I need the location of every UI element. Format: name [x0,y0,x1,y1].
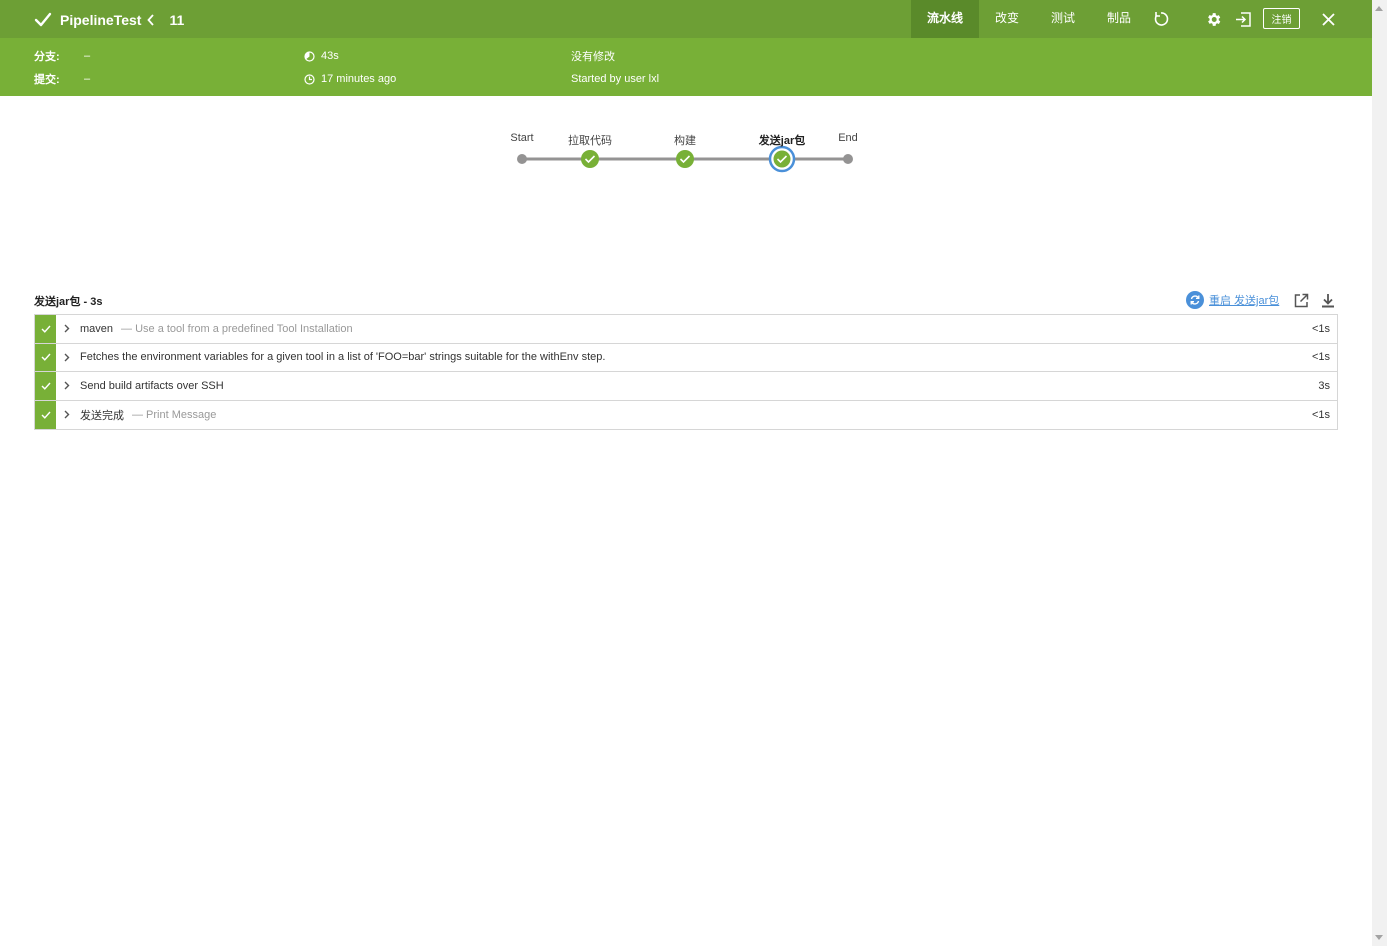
commit-info: 提交: – [34,71,90,87]
branch-value: – [84,50,91,62]
stage-node-build[interactable] [676,150,694,168]
run-info-bar: 分支: – 提交: – 43s 17 minutes ago 没有修改 Star… [0,38,1372,96]
tab-pipeline[interactable]: 流水线 [911,0,980,38]
step-row[interactable]: maven — Use a tool from a predefined Too… [35,315,1337,344]
success-check-icon [35,315,56,343]
started-by-text: Started by user lxl [571,73,660,85]
clock-icon [304,73,315,85]
stage-node-start[interactable] [517,154,527,164]
vertical-scrollbar[interactable] [1372,0,1387,946]
scroll-up-arrow-icon[interactable] [1375,6,1383,11]
build-number[interactable]: 11 [169,12,184,28]
step-name: maven [80,322,114,335]
restart-label: 重启 发送jar包 [1209,295,1280,307]
stage-detail-title: 发送jar包 - 3s [34,296,103,308]
stage-label-end: End [838,132,858,144]
check-icon [34,12,52,27]
step-description: — Use a tool from a predefined Tool Inst… [121,322,353,335]
changes-text: 没有修改 [571,51,615,63]
job-name[interactable]: PipelineTest [60,12,141,28]
step-duration: <1s [1311,351,1330,364]
scroll-down-arrow-icon[interactable] [1375,935,1383,940]
stage-node-pull-code[interactable] [581,150,599,168]
duration-icon [304,50,315,62]
changes-info: 没有修改 [571,48,615,64]
stage-label-send-jar: 发送jar包 [758,135,806,147]
step-row[interactable]: 发送完成 — Print Message <1s [35,400,1337,429]
step-row[interactable]: Send build artifacts over SSH 3s [35,372,1337,401]
time-ago: 17 minutes ago [321,73,397,85]
gear-icon[interactable] [1203,9,1223,29]
page: PipelineTest 11 流水线 改变 测试 制品 注销 分支: – 提交… [0,0,1372,946]
stage-label-start: Start [510,132,534,144]
restart-stage-link[interactable]: 重启 发送jar包 [1186,290,1279,310]
stage-node-end[interactable] [843,154,853,164]
stage-node-send-jar[interactable] [768,145,796,173]
tab-artifacts[interactable]: 制品 [1091,0,1147,38]
step-duration: 3s [1318,379,1330,392]
step-duration: <1s [1311,322,1330,335]
replay-icon[interactable] [1151,9,1171,29]
login-icon[interactable] [1233,9,1253,29]
pipeline-graph: Start 拉取代码 构建 发送jar包 End [500,126,880,186]
chevron-right-icon[interactable] [64,410,74,419]
open-external-icon[interactable] [1292,291,1310,309]
step-list: maven — Use a tool from a predefined Too… [34,314,1338,430]
duration-value: 43s [321,50,339,62]
download-icon[interactable] [1319,291,1337,309]
step-row[interactable]: Fetches the environment variables for a … [35,343,1337,372]
run-title: PipelineTest 11 [34,9,184,31]
chevron-right-icon[interactable] [64,324,74,333]
step-description: — Print Message [132,408,217,421]
stage-label-pull-code: 拉取代码 [568,135,612,147]
stage-label-build: 构建 [674,135,696,147]
tab-tests[interactable]: 测试 [1035,0,1091,38]
duration-info: 43s [304,48,339,64]
cause-info: Started by user lxl [571,71,659,87]
success-check-icon [35,372,56,400]
branch-info: 分支: – [34,48,90,64]
chevron-left-icon [147,14,163,26]
branch-label: 分支: [34,51,60,63]
chevron-right-icon[interactable] [64,381,74,390]
logout-button[interactable]: 注销 [1263,8,1300,29]
success-check-icon [35,343,56,371]
step-name: Send build artifacts over SSH [80,379,224,392]
step-duration: <1s [1311,408,1330,421]
commit-value: – [84,73,91,85]
time-info: 17 minutes ago [304,71,396,87]
success-check-icon [35,400,56,429]
tab-bar: 流水线 改变 测试 制品 [911,0,1147,38]
tab-changes[interactable]: 改变 [979,0,1035,38]
restart-icon [1186,291,1204,309]
top-bar: PipelineTest 11 流水线 改变 测试 制品 注销 [0,0,1372,38]
step-name: 发送完成 [80,409,124,422]
step-name: Fetches the environment variables for a … [80,351,606,364]
chevron-right-icon[interactable] [64,353,74,362]
close-icon[interactable] [1318,9,1338,29]
commit-label: 提交: [34,74,60,86]
